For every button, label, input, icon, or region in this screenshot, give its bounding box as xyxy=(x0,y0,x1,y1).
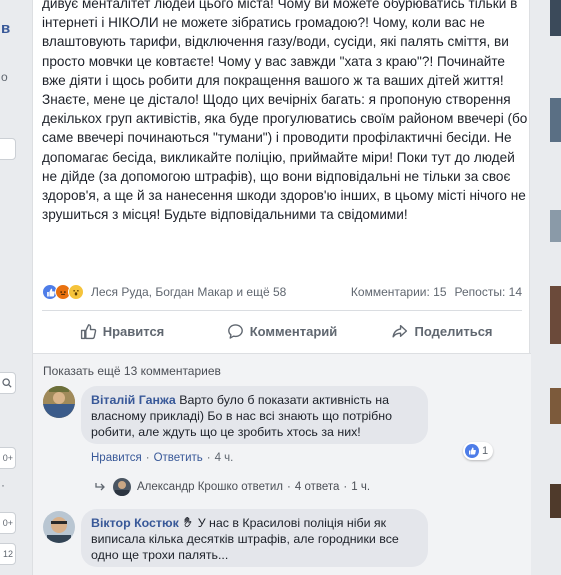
thumbnail[interactable] xyxy=(550,484,561,518)
reply-arrow-icon xyxy=(95,483,105,491)
reply-count: 4 ответа xyxy=(294,481,340,493)
thumbnail[interactable] xyxy=(550,98,561,142)
comment-reply-link[interactable]: Ответить xyxy=(154,452,203,464)
count-badge: 0+ xyxy=(0,447,16,469)
post-body: дивує менталітет людей цього міста! Чому… xyxy=(42,0,528,224)
comment-bubble: Віталій Ганжа Варто було б показати акти… xyxy=(81,386,428,444)
replies-summary-link[interactable]: Александр Крошко ответил · 4 ответа · 1 … xyxy=(95,478,370,496)
post-paragraph: Знаєте, мене це дістало! Щодо цих вечірн… xyxy=(42,92,528,223)
comment-like-link[interactable]: Нравится xyxy=(91,452,142,464)
search-box-edge[interactable] xyxy=(0,372,16,394)
reaction-icons[interactable] xyxy=(42,284,84,300)
avatar[interactable] xyxy=(43,386,75,418)
comments-section: Показать ещё 13 комментариев Віталій Ган… xyxy=(33,353,531,575)
comment-author-link[interactable]: Віталій Ганжа xyxy=(91,393,176,407)
sidebar-fragment: о xyxy=(1,70,8,84)
comment-button[interactable]: Комментарий xyxy=(202,316,362,346)
share-button-label: Поделиться xyxy=(414,323,493,339)
comment-bubble: Віктор Костюк У нас в Красилові поліція … xyxy=(81,509,428,567)
thumbnail[interactable] xyxy=(550,0,561,36)
left-sidebar-edge: в о 0+ · 0+ 12 xyxy=(0,0,25,575)
post-stats: Комментарии: 15 Репосты: 14 xyxy=(351,285,522,299)
thumbs-up-icon xyxy=(80,323,96,339)
reaction-names-link[interactable]: Леся Руда, Богдан Макар и ещё 58 xyxy=(91,285,286,299)
sidebar-box[interactable] xyxy=(0,138,16,160)
reposts-count-link[interactable]: Репосты: 14 xyxy=(455,285,522,299)
waving-hand-icon xyxy=(184,517,192,527)
reply-author-avatar xyxy=(113,478,131,496)
post-paragraph: дивує менталітет людей цього міста! Чому… xyxy=(42,0,518,88)
thumbnail[interactable] xyxy=(550,286,561,344)
wow-reaction-icon xyxy=(68,284,84,300)
comment-icon xyxy=(227,323,243,339)
count-badge: 0+ xyxy=(0,512,16,534)
comment-meta: Нравится · Ответить · 4 ч. xyxy=(91,452,234,464)
post-card: дивує менталітет людей цього міста! Чому… xyxy=(32,0,531,575)
share-icon xyxy=(392,324,408,338)
comments-count-link[interactable]: Комментарии: 15 xyxy=(351,285,447,299)
like-button-label: Нравится xyxy=(102,323,165,339)
right-sidebar-edge xyxy=(537,0,561,575)
post-actions: Нравится Комментарий Поделиться xyxy=(42,316,522,346)
show-more-comments-link[interactable]: Показать ещё 13 комментариев xyxy=(43,364,221,378)
thumbnail[interactable] xyxy=(550,210,561,242)
thumbnail[interactable] xyxy=(550,388,561,424)
divider xyxy=(42,310,522,311)
comment-button-label: Комментарий xyxy=(249,323,338,339)
reply-author-text: Александр Крошко ответил xyxy=(137,481,284,493)
like-button[interactable]: Нравится xyxy=(42,316,202,346)
reactions-bar: Леся Руда, Богдан Макар и ещё 58 Коммент… xyxy=(42,282,522,302)
sidebar-fragment: · xyxy=(1,478,5,492)
comment-author-link[interactable]: Віктор Костюк xyxy=(91,516,179,530)
comment-timestamp[interactable]: 4 ч. xyxy=(215,452,234,464)
avatar[interactable] xyxy=(43,511,75,543)
reply-timestamp: 1 ч. xyxy=(351,481,371,493)
like-reaction-icon xyxy=(465,444,479,458)
search-icon xyxy=(2,378,12,388)
comment-likes-badge[interactable]: 1 xyxy=(463,442,494,460)
comment-likes-count: 1 xyxy=(482,445,489,457)
sidebar-fragment: в xyxy=(1,20,11,37)
count-badge: 12 xyxy=(0,543,16,565)
share-button[interactable]: Поделиться xyxy=(362,316,522,346)
